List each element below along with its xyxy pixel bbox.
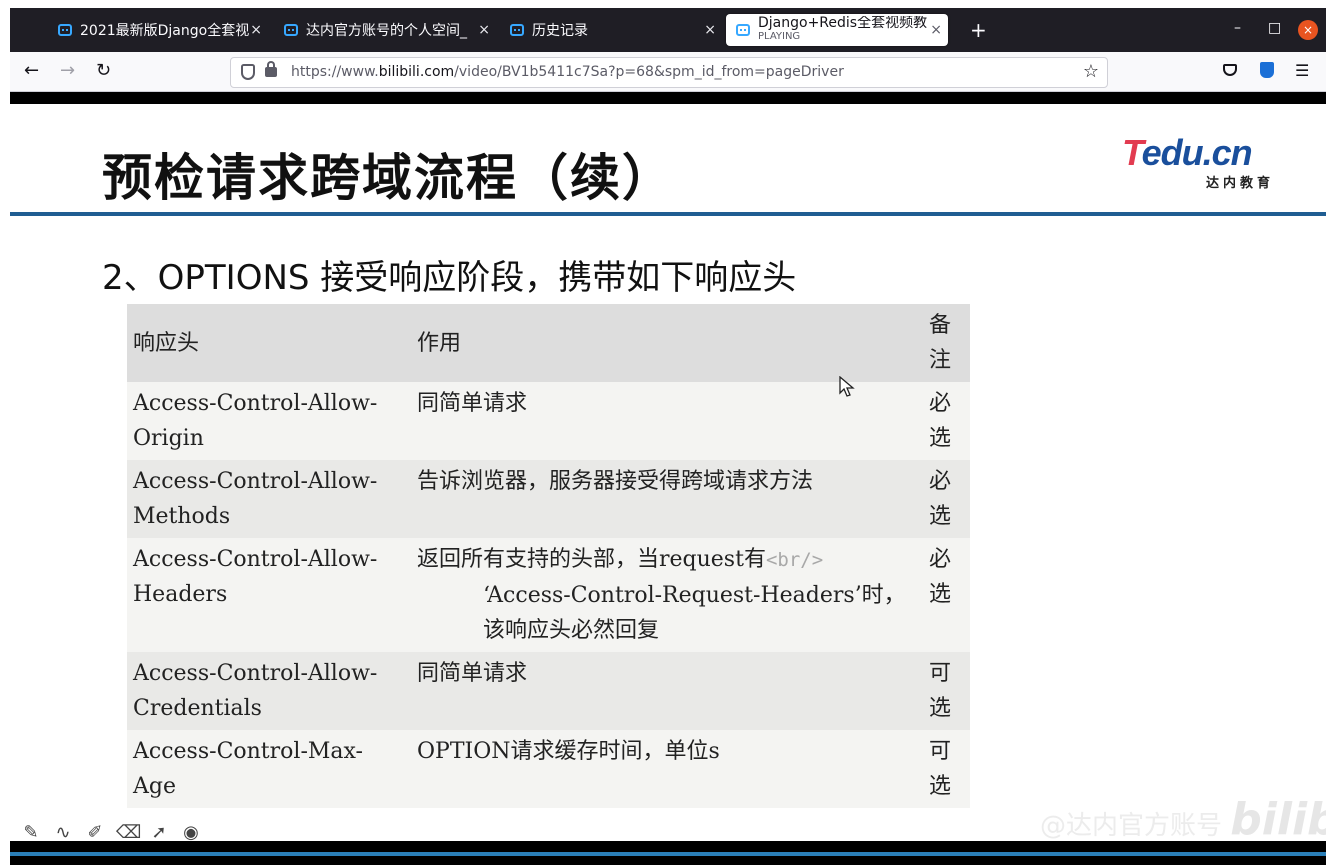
tracking-protection-shield-icon[interactable] [241, 64, 255, 80]
bilibili-tv-icon [58, 24, 72, 36]
slide-title: 预检请求跨域流程（续） [102, 149, 674, 207]
header-note: 必选 [923, 460, 970, 538]
hamburger-menu-icon[interactable]: ☰ [1295, 61, 1309, 80]
header-name: Access-Control-Max-Age [127, 730, 411, 808]
reload-button[interactable]: ↻ [96, 61, 111, 81]
header-note: 必选 [923, 538, 970, 652]
tab-close-icon[interactable]: × [704, 22, 716, 38]
highlighter-icon[interactable]: ✐ [84, 822, 106, 844]
column-header: 作用 [411, 304, 923, 382]
extension-icon[interactable] [1260, 62, 1274, 78]
header-name: Access-Control-Allow-Origin [127, 382, 411, 460]
column-header: 响应头 [127, 304, 411, 382]
tab-strip: 2021最新版Django全套视 × 达内官方账号的个人空间_ × 历史记录 ×… [10, 8, 1326, 52]
tab-1-title: 2021最新版Django全套视 [80, 23, 250, 39]
tab-playing-label: PLAYING [758, 31, 801, 42]
video-progress-edge [10, 852, 1326, 856]
record-icon[interactable]: ◉ [180, 822, 202, 844]
tab-close-icon[interactable]: × [250, 22, 262, 38]
minimize-button[interactable]: – [1234, 20, 1241, 36]
video-player[interactable]: 预检请求跨域流程（续） Tedu.cn 达内教育 2、OPTIONS 接受响应阶… [10, 92, 1326, 865]
tab-2-title: 达内官方账号的个人空间_ [306, 23, 467, 39]
header-description: OPTION请求缓存时间，单位s [411, 730, 923, 808]
tab-4-title: Django+Redis全套视频教 [758, 16, 928, 30]
bookmark-star-icon[interactable]: ☆ [1083, 61, 1099, 82]
bilibili-tv-icon [284, 24, 298, 36]
header-description: 返回所有支持的头部，当request有<br/> ‘Access-Control-… [411, 538, 923, 652]
tab-2[interactable]: 达内官方账号的个人空间_ × [274, 14, 496, 46]
slide: 预检请求跨域流程（续） Tedu.cn 达内教育 2、OPTIONS 接受响应阶… [10, 104, 1326, 845]
header-name: Access-Control-Allow-Credentials [127, 652, 411, 730]
header-note: 可选 [923, 730, 970, 808]
curve-icon[interactable]: ∿ [52, 822, 74, 844]
tab-close-icon[interactable]: × [478, 22, 490, 38]
tab-1[interactable]: 2021最新版Django全套视 × [48, 14, 268, 46]
url-text[interactable]: https://www.bilibili.com/video/BV1b5411c… [291, 64, 844, 80]
new-tab-button[interactable]: + [970, 20, 987, 40]
back-button[interactable]: ← [24, 61, 39, 81]
header-name: Access-Control-Allow-Methods [127, 460, 411, 538]
header-name: Access-Control-Allow-Headers [127, 538, 411, 652]
bilibili-tv-icon [736, 24, 750, 36]
title-divider [10, 212, 1326, 216]
table-row: Access-Control-Max-Age OPTION请求缓存时间，单位s … [127, 730, 970, 808]
tab-3[interactable]: 历史记录 × [500, 14, 722, 46]
eraser-icon[interactable]: ⌫ [116, 822, 141, 844]
window-close-button[interactable]: × [1298, 20, 1318, 40]
tab-3-title: 历史记录 [532, 23, 588, 39]
table-row: Access-Control-Allow-Credentials 同简单请求 可… [127, 652, 970, 730]
pen-icon[interactable]: ✎ [20, 822, 42, 844]
header-description: 告诉浏览器，服务器接受得跨域请求方法 [411, 460, 923, 538]
bilibili-watermark: @达内官方账号 bilibili [1040, 794, 1326, 845]
header-description: 同简单请求 [411, 652, 923, 730]
maximize-button[interactable]: □ [1268, 20, 1281, 36]
address-bar[interactable]: https://www.bilibili.com/video/BV1b5411c… [230, 57, 1108, 88]
tab-4-active[interactable]: Django+Redis全套视频教 PLAYING × [726, 14, 948, 46]
column-header: 备注 [923, 304, 970, 382]
bilibili-tv-icon [510, 24, 524, 36]
tab-close-icon[interactable]: × [930, 22, 942, 38]
slide-subtitle: 2、OPTIONS 接受响应阶段，携带如下响应头 [102, 258, 797, 298]
tedu-logo: Tedu.cn 达内教育 [1122, 132, 1274, 192]
table-row: Access-Control-Allow-Methods 告诉浏览器，服务器接受… [127, 460, 970, 538]
header-note: 必选 [923, 382, 970, 460]
header-note: 可选 [923, 652, 970, 730]
br-tag-text: <br/> [765, 549, 824, 571]
pointer-icon[interactable]: ➚ [148, 822, 170, 844]
table-row: Access-Control-Allow-Headers 返回所有支持的头部，当… [127, 538, 970, 652]
forward-button[interactable]: → [60, 61, 75, 81]
lock-icon[interactable] [265, 61, 277, 77]
navigation-toolbar: ← → ↻ https://www.bilibili.com/video/BV1… [10, 52, 1326, 92]
table-header-row: 响应头 作用 备注 [127, 304, 970, 382]
annotation-toolbar: ✎ ∿ ✐ ⌫ ➚ ◉ [20, 822, 202, 844]
pocket-icon[interactable] [1223, 64, 1237, 76]
